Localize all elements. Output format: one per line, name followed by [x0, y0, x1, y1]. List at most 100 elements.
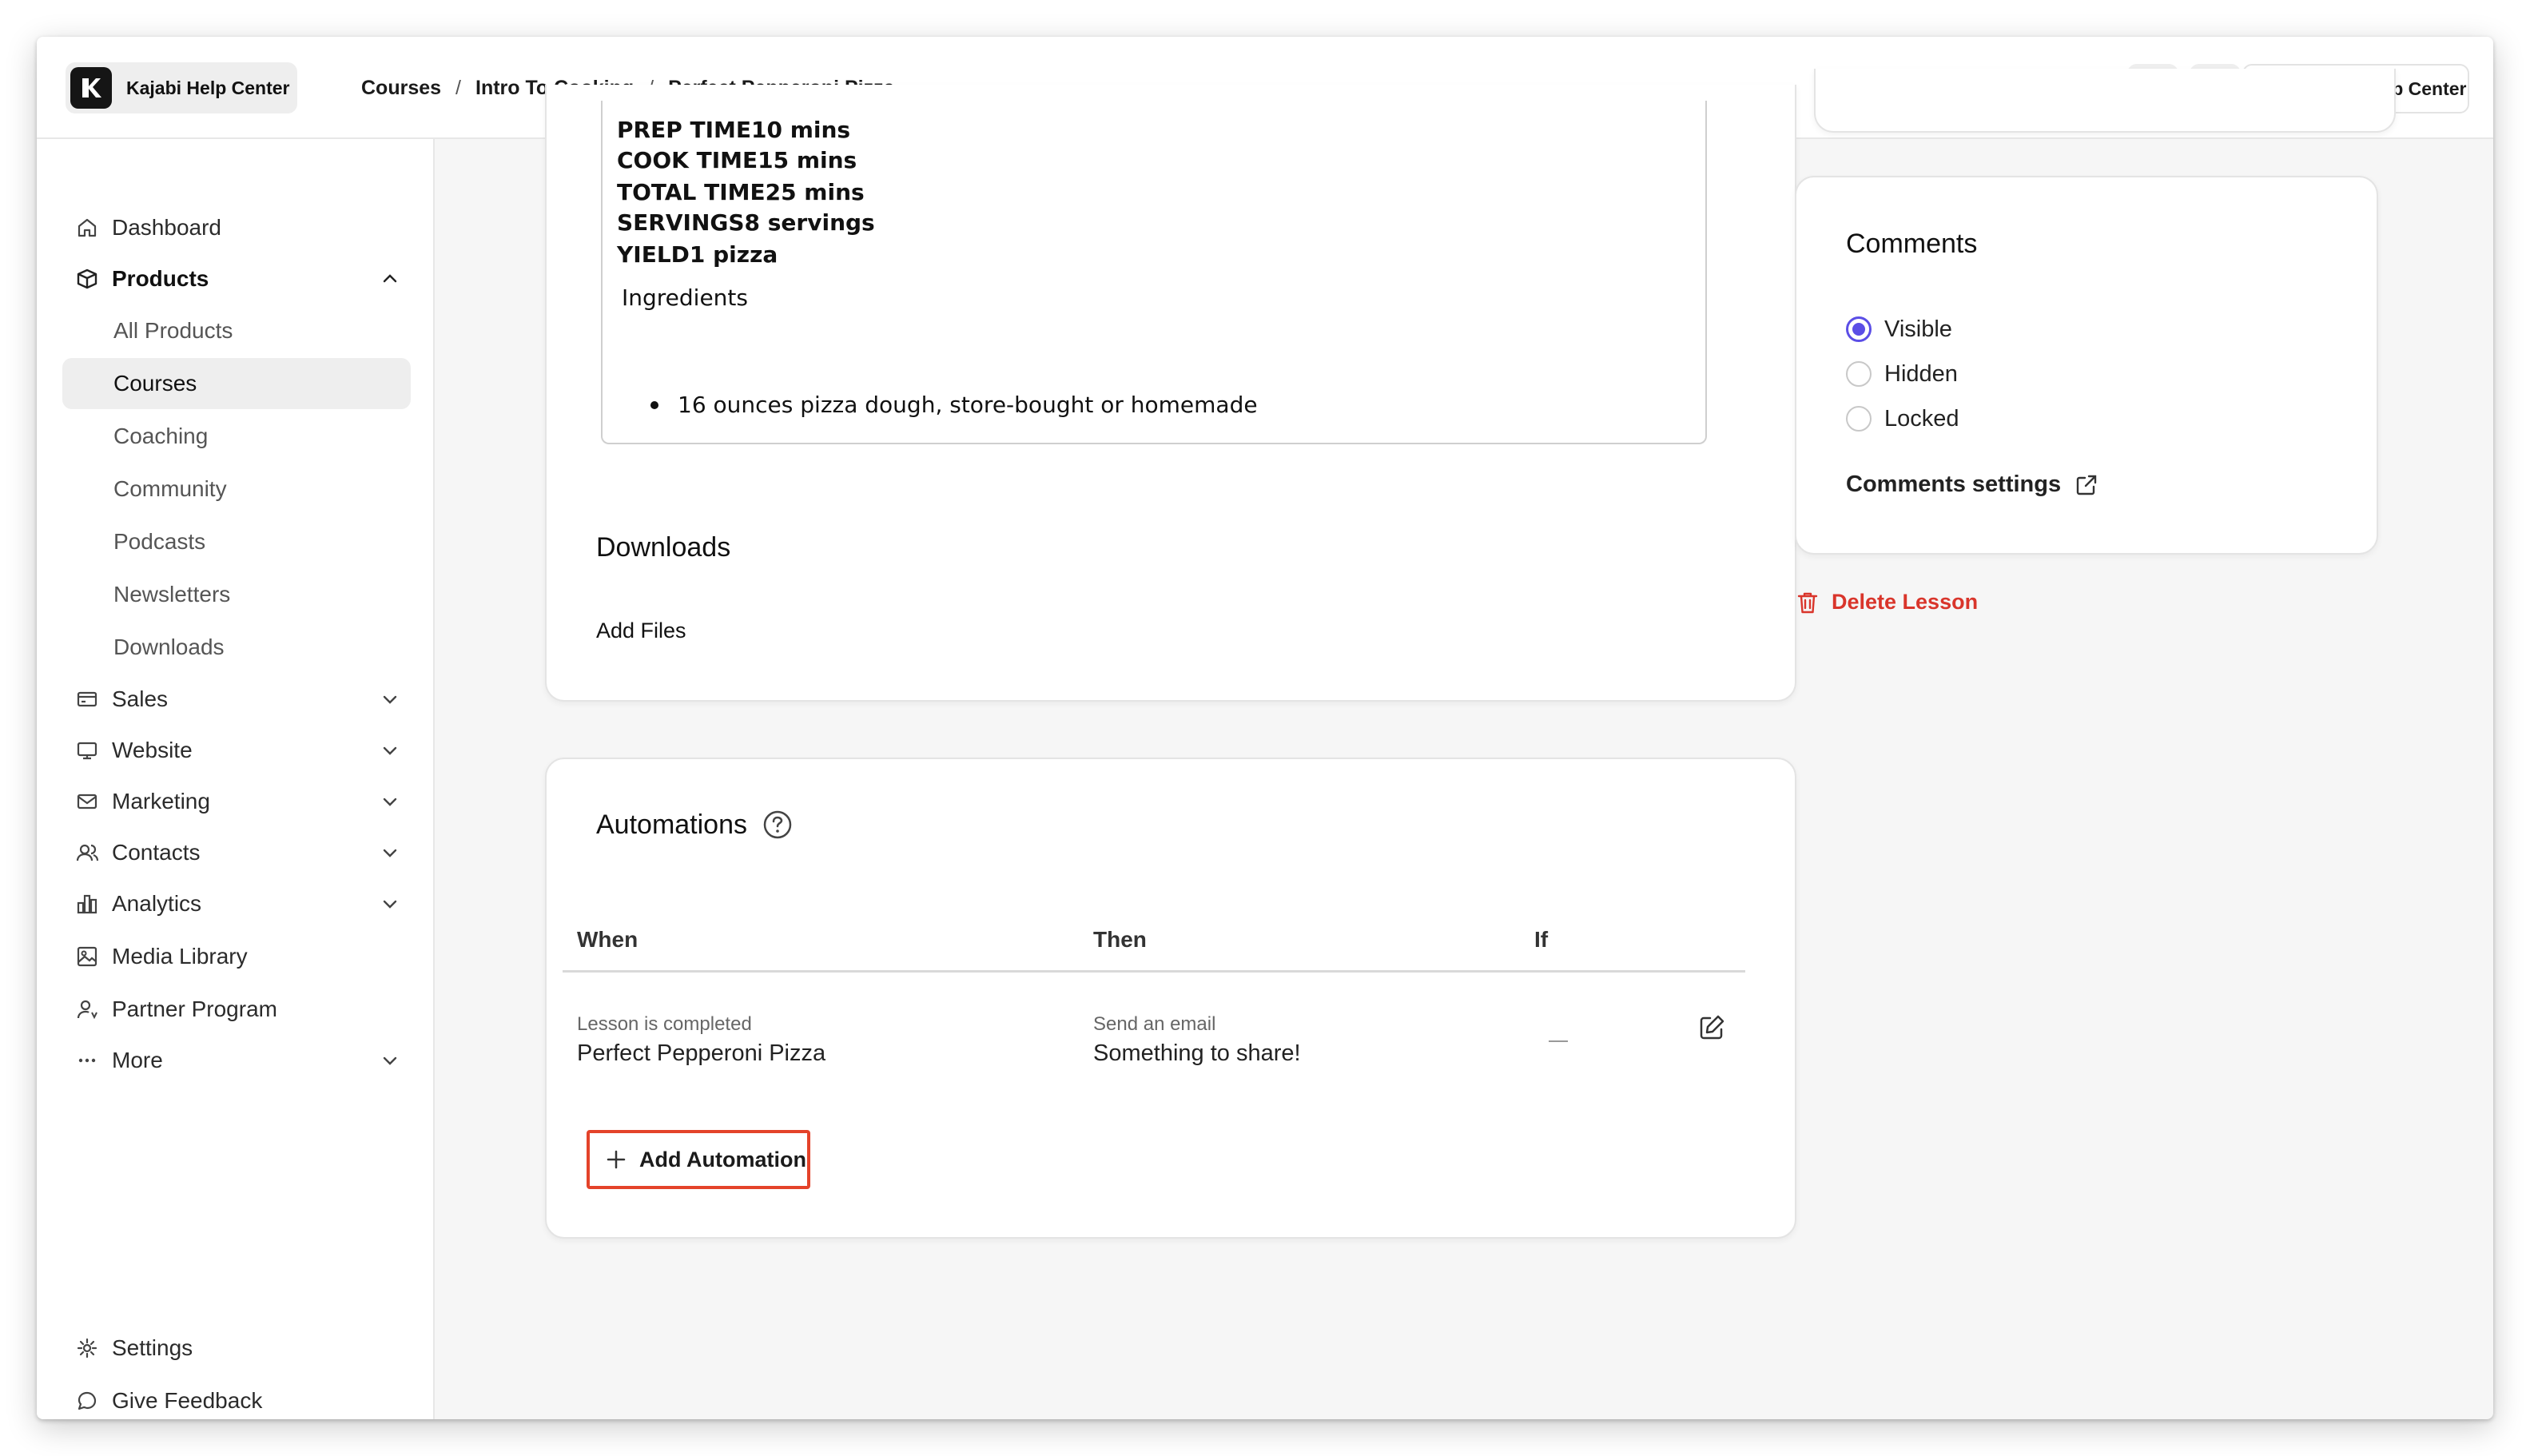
sidebar-item-label: Analytics	[112, 891, 202, 916]
automation-condition-empty	[1549, 1040, 1568, 1042]
sidebar-item-label: Partner Program	[112, 997, 277, 1021]
sidebar-subitem-label: Coaching	[113, 424, 209, 448]
brand-name: Kajabi Help Center	[126, 77, 290, 98]
automation-trigger-target: Perfect Pepperoni Pizza	[577, 1040, 826, 1066]
sidebar-item-contacts[interactable]: Contacts	[62, 828, 411, 877]
chevron-down-icon	[383, 746, 397, 755]
chevron-down-icon	[383, 1056, 397, 1065]
chevron-down-icon	[383, 849, 397, 857]
sidebar-item-more[interactable]: More	[62, 1036, 411, 1085]
comments-option-visible[interactable]: Visible	[1846, 313, 1952, 345]
sidebar-item-sales[interactable]: Sales	[62, 674, 411, 724]
sidebar-subitem-coaching[interactable]: Coaching	[62, 411, 411, 462]
edit-icon[interactable]	[1697, 1013, 1726, 1042]
sidebar-item-products[interactable]: Products	[62, 254, 411, 304]
sidebar-item-give-feedback[interactable]: Give Feedback	[62, 1376, 411, 1419]
bar-chart-icon	[74, 890, 101, 917]
home-icon	[74, 214, 101, 241]
comments-title: Comments	[1846, 229, 1978, 259]
image-icon	[74, 943, 101, 970]
comments-option-hidden[interactable]: Hidden	[1846, 358, 1958, 390]
sidebar-subitem-label: Newsletters	[113, 582, 231, 607]
delete-lesson-label: Delete Lesson	[1832, 590, 1979, 614]
comments-option-locked[interactable]: Locked	[1846, 403, 1959, 435]
sidebar-item-label: Give Feedback	[112, 1388, 263, 1413]
more-icon	[74, 1047, 101, 1074]
sidebar-item-label: Media Library	[112, 944, 248, 969]
column-header-if: If	[1534, 927, 1549, 952]
sidebar-item-partner-program[interactable]: Partner Program	[62, 985, 411, 1034]
radio-unselected[interactable]	[1846, 361, 1872, 387]
sidebar-item-label: Dashboard	[112, 215, 221, 240]
recipe-line: YIELD1 pizza	[617, 241, 778, 268]
sidebar-item-dashboard[interactable]: Dashboard	[62, 203, 411, 253]
recipe-line: TOTAL TIME25 mins	[617, 179, 865, 205]
sidebar-subitem-label: Downloads	[113, 635, 225, 659]
sidebar-item-label: Sales	[112, 686, 169, 711]
radio-label: Locked	[1884, 405, 1959, 432]
sidebar-subitem-podcasts[interactable]: Podcasts	[62, 516, 411, 567]
sidebar-subitem-courses[interactable]: Courses	[62, 358, 411, 409]
comments-settings-label: Comments settings	[1846, 471, 2062, 497]
sidebar-item-analytics[interactable]: Analytics	[62, 879, 411, 929]
lesson-settings-card	[1814, 69, 2396, 133]
sidebar-item-marketing[interactable]: Marketing	[62, 777, 411, 826]
sidebar-item-settings[interactable]: Settings	[62, 1323, 411, 1373]
sidebar-subitem-all-products[interactable]: All Products	[62, 305, 411, 356]
help-icon[interactable]	[762, 809, 794, 841]
add-automation-button[interactable]: Add Automation	[587, 1130, 810, 1189]
automations-header: Automations	[596, 809, 794, 841]
recipe-content-box[interactable]: PREP TIME10 mins COOK TIME15 mins TOTAL …	[601, 101, 1707, 444]
sidebar-subitem-label: All Products	[113, 318, 233, 343]
external-link-icon	[2076, 475, 2097, 495]
column-header-then: Then	[1093, 927, 1147, 952]
ingredients-label: Ingredients	[622, 284, 748, 311]
sidebar-item-website[interactable]: Website	[62, 726, 411, 775]
column-header-when: When	[577, 927, 638, 952]
recipe-line: PREP TIME10 mins	[617, 117, 851, 143]
chevron-down-icon	[383, 798, 397, 806]
chevron-up-icon	[383, 274, 397, 283]
sidebar-item-media-library[interactable]: Media Library	[62, 932, 411, 981]
downloads-title: Downloads	[596, 532, 731, 563]
trash-icon	[1797, 592, 1818, 613]
app-window: Kajabi Help Center Courses / Intro To Co…	[37, 37, 2493, 1419]
add-files-link[interactable]: Add Files	[596, 619, 686, 643]
ingredient-text: 16 ounces pizza dough, store-bought or h…	[678, 392, 1258, 418]
ingredient-item: 16 ounces pizza dough, store-bought or h…	[650, 392, 1258, 418]
sidebar-subitem-label: Courses	[113, 371, 197, 396]
brand-switcher[interactable]: Kajabi Help Center	[66, 62, 297, 113]
box-icon	[74, 265, 101, 292]
table-divider	[563, 970, 1745, 973]
sidebar-subitem-downloads[interactable]: Downloads	[62, 622, 411, 673]
sidebar-item-label: Website	[112, 738, 193, 762]
mail-icon	[74, 788, 101, 815]
chevron-down-icon	[383, 695, 397, 704]
chat-bubble-icon	[74, 1387, 101, 1414]
kajabi-logo-icon	[70, 67, 112, 109]
sidebar-subitem-newsletters[interactable]: Newsletters	[62, 569, 411, 620]
sidebar-subitem-label: Community	[113, 476, 227, 501]
sidebar-subitem-community[interactable]: Community	[62, 463, 411, 515]
breadcrumb-separator: /	[455, 76, 461, 99]
automations-title: Automations	[596, 809, 747, 840]
radio-selected[interactable]	[1846, 316, 1872, 342]
sidebar-subitem-label: Podcasts	[113, 529, 206, 554]
chevron-down-icon	[383, 900, 397, 909]
recipe-line: COOK TIME15 mins	[617, 147, 857, 173]
automation-action-type: Send an email	[1093, 1013, 1216, 1035]
users-icon	[74, 839, 101, 866]
monitor-icon	[74, 737, 101, 764]
comments-settings-link[interactable]: Comments settings	[1846, 471, 2099, 498]
partner-icon	[74, 996, 101, 1023]
radio-label: Visible	[1884, 316, 1952, 342]
automation-trigger-type: Lesson is completed	[577, 1013, 752, 1035]
breadcrumb-courses[interactable]: Courses	[361, 77, 441, 100]
sidebar-item-label: Products	[112, 266, 209, 291]
recipe-line: SERVINGS8 servings	[617, 209, 875, 236]
radio-unselected[interactable]	[1846, 406, 1872, 432]
sidebar: Dashboard Products All Products Courses …	[37, 139, 435, 1419]
bullet-icon	[650, 400, 658, 409]
delete-lesson-button[interactable]: Delete Lesson	[1796, 590, 1978, 615]
credit-card-icon	[74, 686, 101, 713]
